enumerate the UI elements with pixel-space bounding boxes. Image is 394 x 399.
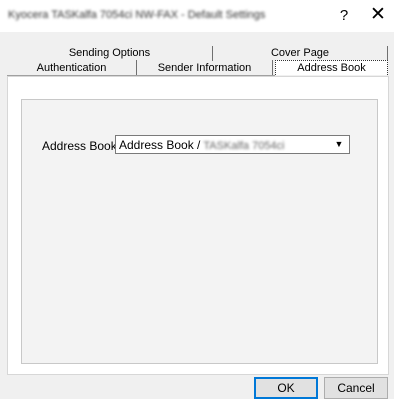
title-bar[interactable]: Kyocera TASKalfa 7054ci NW-FAX - Default…: [0, 0, 394, 32]
close-button[interactable]: ✕: [362, 0, 394, 32]
tab-cover-page[interactable]: Cover Page: [213, 46, 388, 61]
tab-authentication[interactable]: Authentication: [7, 60, 137, 75]
tab-sending-options[interactable]: Sending Options: [7, 46, 213, 61]
tab-panel-address-book: Address Book: Address Book / TASKalfa 705…: [7, 76, 389, 375]
tab-sender-information[interactable]: Sender Information: [137, 60, 273, 75]
address-book-label: Address Book:: [42, 139, 121, 153]
chevron-down-icon[interactable]: ▼: [329, 136, 349, 153]
ok-button[interactable]: OK: [254, 377, 318, 399]
help-button[interactable]: ?: [326, 0, 362, 32]
address-book-value: Address Book /: [119, 138, 201, 152]
dialog-client-area: Sending Options Cover Page Authenticatio…: [0, 32, 394, 399]
window-title: Kyocera TASKalfa 7054ci NW-FAX - Default…: [8, 9, 266, 21]
address-book-group: Address Book: Address Book / TASKalfa 705…: [21, 99, 378, 364]
tab-address-book[interactable]: Address Book: [275, 60, 388, 75]
cancel-button[interactable]: Cancel: [324, 377, 388, 399]
address-book-select[interactable]: Address Book / TASKalfa 7054ci ▼: [115, 135, 350, 154]
address-book-device-name: TASKalfa 7054ci: [203, 140, 285, 152]
